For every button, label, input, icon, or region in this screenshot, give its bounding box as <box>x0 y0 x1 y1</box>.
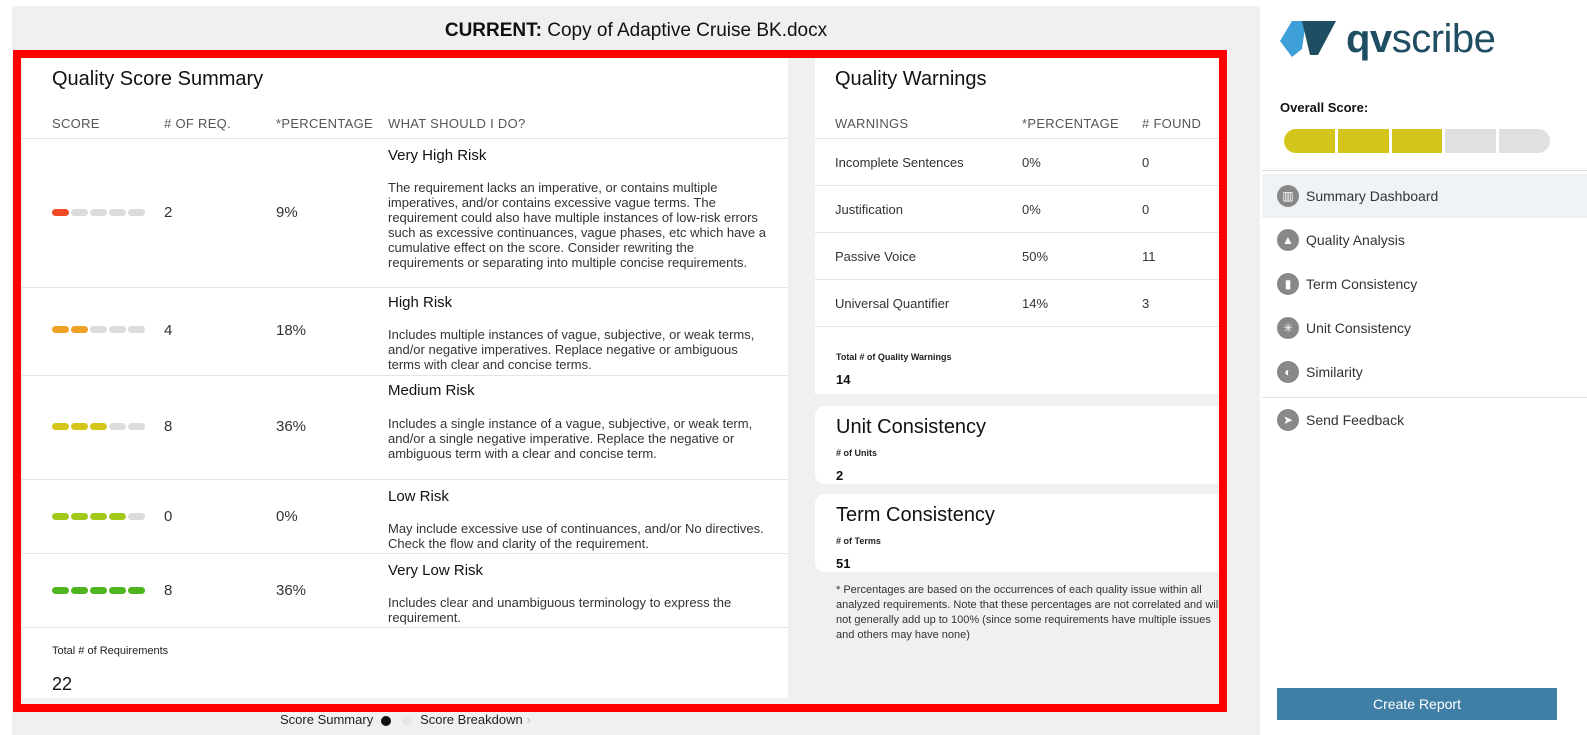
nav-label: Term Consistency <box>1306 276 1418 292</box>
carousel-dot-active[interactable] <box>380 715 391 726</box>
nav-term-consistency[interactable]: ▮ Term Consistency <box>1262 262 1587 306</box>
score-segment <box>1337 129 1389 153</box>
carousel-item-score-breakdown[interactable]: Score Breakdown <box>420 712 523 727</box>
score-segment <box>1391 129 1443 153</box>
nav-quality-analysis[interactable]: ▲ Quality Analysis <box>1262 218 1587 262</box>
divider <box>1262 170 1587 171</box>
dashboard-icon: ▥ <box>1277 185 1299 207</box>
current-label: CURRENT: <box>444 20 542 41</box>
nav-unit-consistency[interactable]: ✳ Unit Consistency <box>1262 306 1587 350</box>
overall-score-label: Overall Score: <box>1280 100 1369 115</box>
book-icon: ▮ <box>1277 273 1299 295</box>
carousel-item-score-summary[interactable]: Score Summary <box>280 712 373 727</box>
overall-score-bar <box>1284 129 1550 153</box>
carousel-nav: Score Summary Score Breakdown › <box>280 712 531 727</box>
warning-icon: ▲ <box>1277 229 1299 251</box>
chevron-right-icon[interactable]: › <box>526 712 530 727</box>
nav-summary-dashboard[interactable]: ▥ Summary Dashboard <box>1262 174 1587 218</box>
nav-label: Quality Analysis <box>1306 232 1405 248</box>
nav-label: Similarity <box>1306 364 1363 380</box>
send-icon: ➤ <box>1277 409 1299 431</box>
logo-bold: qv <box>1346 16 1392 61</box>
units-icon: ✳ <box>1277 317 1299 339</box>
nav-label: Send Feedback <box>1306 412 1405 428</box>
nav-send-feedback[interactable]: ➤ Send Feedback <box>1262 398 1587 442</box>
score-segment <box>1445 129 1497 153</box>
score-segment <box>1499 129 1550 153</box>
nav-similarity[interactable]: ◐ Similarity <box>1262 350 1587 394</box>
create-report-button[interactable]: Create Report <box>1277 688 1557 720</box>
score-segment <box>1284 129 1335 153</box>
carousel-dot[interactable] <box>402 715 413 726</box>
sidebar: qvscribe Overall Score: ▥ Summary Dashbo… <box>1262 0 1587 735</box>
nav-label: Unit Consistency <box>1306 320 1412 336</box>
document-name: Copy of Adaptive Cruise BK.docx <box>547 20 828 41</box>
logo-mark-icon <box>1280 21 1336 57</box>
document-title: CURRENT: Copy of Adaptive Cruise BK.docx <box>12 20 1260 42</box>
similarity-icon: ◐ <box>1277 361 1299 383</box>
logo-light: scribe <box>1391 16 1496 61</box>
logo-text: qvscribe <box>1346 16 1496 62</box>
nav-label: Summary Dashboard <box>1306 188 1439 204</box>
qvscribe-logo: qvscribe <box>1280 14 1496 64</box>
highlight-frame <box>13 50 1227 712</box>
